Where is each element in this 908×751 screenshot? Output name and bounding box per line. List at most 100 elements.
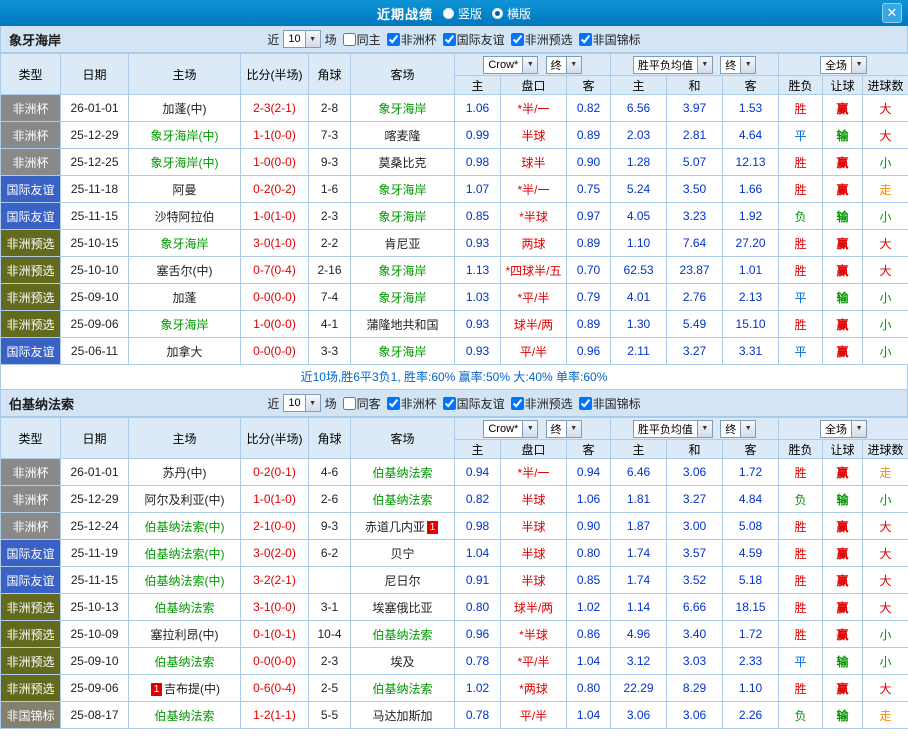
goals-result-cell: 小 (862, 647, 908, 675)
checkbox[interactable] (578, 396, 592, 410)
table-row: 非洲杯 25-12-29 阿尔及利亚(中) 1-0(1-0) 2-6 伯基纳法索… (0, 485, 908, 513)
avg-draw-odds: 3.27 (666, 485, 724, 513)
table-row: 非洲预选 25-10-15 象牙海岸 3-0(1-0) 2-2 肯尼亚 0.93… (0, 229, 908, 257)
final-avg-dropdown[interactable]: 终 ▼ (720, 55, 757, 74)
goals-result-cell: 大 (862, 121, 908, 149)
chevron-down-icon: ▼ (565, 420, 581, 437)
checkbox[interactable] (386, 396, 400, 410)
handicap-result-cell: 输 (822, 121, 864, 149)
score-cell: 3-2(2-1) (240, 566, 309, 594)
radio-icon[interactable] (492, 7, 503, 19)
checkbox[interactable] (510, 396, 524, 410)
handicap-cell: *半/一 (500, 175, 567, 203)
filter-checkbox-same-home[interactable]: 同主 (339, 31, 381, 48)
home-team-name: 伯基纳法索(中) (144, 519, 225, 534)
home-team: 伯基纳法索 (128, 701, 241, 729)
checkbox[interactable] (578, 32, 592, 46)
checkbox[interactable] (442, 396, 456, 410)
checkbox[interactable] (386, 32, 400, 46)
checkbox[interactable] (510, 32, 524, 46)
chevron-down-icon: ▼ (740, 56, 756, 73)
team-name: 象牙海岸 (9, 32, 62, 48)
table-row: 国际友谊 25-11-15 沙特阿拉伯 1-0(1-0) 2-3 象牙海岸 0.… (0, 202, 908, 230)
avg-lose-odds: 1.92 (722, 202, 780, 230)
avg-draw-odds: 3.40 (666, 620, 724, 648)
table-row: 非洲预选 25-09-06 1 吉布提(中) 0-6(0-4) 2-5 伯基纳法索… (0, 674, 908, 702)
radio-label: 竖版 (457, 6, 482, 21)
avg-win-odds: 6.56 (610, 94, 668, 122)
filter-checkbox-chan[interactable]: 非国锦标 (575, 31, 641, 48)
col-corner: 角球 (308, 417, 351, 459)
filter-checkbox-africa-cup[interactable]: 非洲杯 (383, 395, 437, 412)
avg-lose-odds: 1.66 (722, 175, 780, 203)
away-team: 肯尼亚 (350, 229, 455, 257)
close-button[interactable]: ✕ (882, 3, 902, 23)
away-odds: 1.06 (565, 485, 612, 513)
fullmatch-dropdown[interactable]: 全场 ▼ (820, 55, 868, 74)
away-team-name: 伯基纳法索 (372, 681, 433, 696)
goals-result-cell: 大 (862, 566, 908, 594)
filter-checkbox-africa-cup[interactable]: 非洲杯 (383, 31, 437, 48)
home-team-name: 象牙海岸 (160, 236, 209, 251)
checkbox[interactable] (342, 396, 356, 410)
home-odds: 1.04 (454, 539, 501, 567)
filter-checkbox-friendly[interactable]: 国际友谊 (439, 395, 505, 412)
table-row: 非洲预选 25-09-10 加蓬 0-0(0-0) 7-4 象牙海岸 1.03 … (0, 283, 908, 311)
final-odds-dropdown[interactable]: 终 ▼ (545, 419, 582, 438)
chevron-down-icon: ▼ (304, 31, 320, 47)
crow-odds-dropdown[interactable]: Crow* ▼ (483, 55, 539, 74)
away-team-name: 伯基纳法索 (372, 627, 433, 642)
away-team-name: 埃塞俄比亚 (372, 600, 433, 615)
checkbox[interactable] (342, 32, 356, 46)
crow-odds-dropdown[interactable]: Crow* ▼ (483, 419, 539, 438)
score-cell: 1-2(1-1) (240, 701, 309, 729)
handicap-result-cell: 赢 (822, 310, 864, 338)
away-odds: 0.90 (565, 512, 612, 540)
home-odds: 0.93 (454, 337, 501, 365)
checkbox[interactable] (442, 32, 456, 46)
wdl-average-dropdown[interactable]: 胜平负均值 ▼ (632, 419, 713, 438)
goals-result-cell: 走 (862, 175, 908, 203)
layout-radio-horizontal[interactable]: 横版 (492, 5, 531, 22)
handicap-cell: 球半 (500, 148, 567, 176)
avg-lose-odds: 2.26 (722, 701, 780, 729)
away-odds: 1.04 (565, 647, 612, 675)
home-odds: 1.13 (454, 256, 501, 284)
filter-checkbox-chan[interactable]: 非国锦标 (575, 395, 641, 412)
col-goals: 进球数 (862, 75, 908, 95)
away-team: 象牙海岸 (350, 202, 455, 230)
filter-checkbox-same-away[interactable]: 同客 (339, 395, 381, 412)
match-date: 25-12-29 (60, 485, 129, 513)
home-team: 象牙海岸(中) (128, 121, 241, 149)
filter-checkbox-africa-qualify[interactable]: 非洲预选 (507, 395, 573, 412)
home-odds: 1.03 (454, 283, 501, 311)
wdl-average-dropdown[interactable]: 胜平负均值 ▼ (632, 55, 713, 74)
away-team: 象牙海岸 (350, 94, 455, 122)
home-team-name: 阿曼 (172, 182, 197, 197)
away-team-name: 伯基纳法索 (372, 492, 433, 507)
match-type-badge: 非洲预选 (0, 310, 61, 338)
final-avg-dropdown[interactable]: 终 ▼ (720, 419, 757, 438)
avg-win-odds: 2.03 (610, 121, 668, 149)
away-odds: 0.80 (565, 539, 612, 567)
away-team-name: 象牙海岸 (378, 263, 427, 278)
away-odds: 0.90 (565, 148, 612, 176)
goals-result-cell: 小 (862, 337, 908, 365)
match-date: 25-10-13 (60, 593, 129, 621)
recent-count-dropdown[interactable]: 10 ▼ (283, 30, 321, 48)
avg-win-odds: 3.06 (610, 701, 668, 729)
recent-count-dropdown[interactable]: 10 ▼ (283, 394, 321, 412)
radio-icon[interactable] (442, 7, 454, 19)
goals-result-cell: 小 (862, 148, 908, 176)
fullmatch-dropdown[interactable]: 全场 ▼ (820, 419, 868, 438)
final-odds-dropdown[interactable]: 终 ▼ (545, 55, 582, 74)
filter-checkbox-friendly[interactable]: 国际友谊 (439, 31, 505, 48)
filter-checkbox-africa-qualify[interactable]: 非洲预选 (507, 31, 573, 48)
handicap-result-cell: 赢 (822, 512, 864, 540)
col-handicap: 盘口 (500, 75, 567, 95)
away-team: 贝宁 (350, 539, 455, 567)
layout-radio-vertical[interactable]: 竖版 (442, 5, 482, 22)
matches-table: 类型 日期 主场 比分(半场) 角球 客场 Crow* ▼ 终 ▼ 胜平负均值 ▼ 终… (0, 417, 908, 729)
avg-lose-odds: 12.13 (722, 148, 780, 176)
corner-cell: 4-1 (308, 310, 351, 338)
